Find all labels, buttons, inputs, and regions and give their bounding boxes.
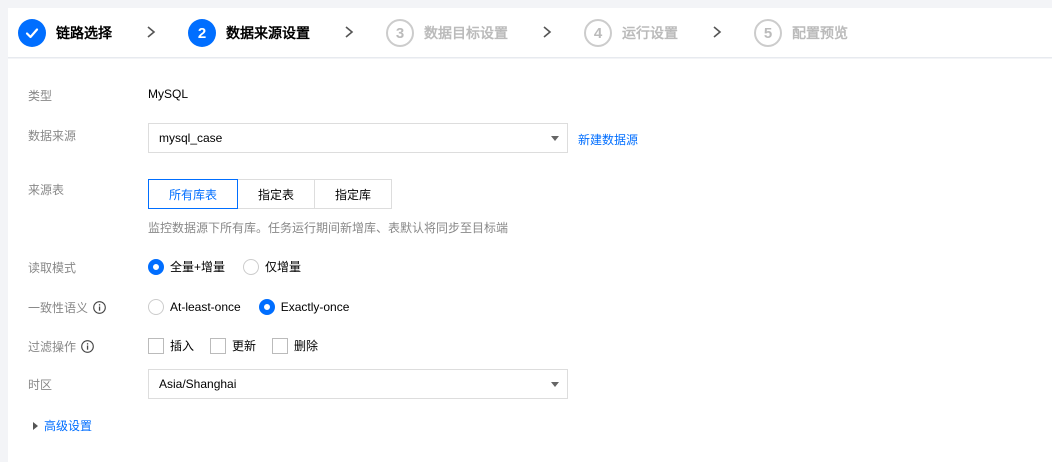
consistency-label-text: 一致性语义 (28, 301, 89, 315)
consistency-radios: At-least-once Exactly-once (148, 299, 367, 315)
step-2-label: 数据来源设置 (226, 25, 310, 41)
source-table-label: 来源表 (28, 183, 65, 197)
radio-incremental-only[interactable]: 仅增量 (243, 258, 301, 275)
radio-label: At-least-once (170, 300, 241, 314)
data-source-select[interactable]: mysql_case (148, 123, 568, 153)
step-1-label: 链路选择 (56, 25, 112, 41)
checkbox-delete[interactable]: 删除 (272, 337, 318, 354)
checkbox-insert[interactable]: 插入 (148, 337, 194, 354)
radio-label: 全量+增量 (170, 260, 226, 274)
source-table-hint: 监控数据源下所有库。任务运行期间新增库、表默认将同步至目标端 (148, 221, 509, 235)
seg-specific-dbs[interactable]: 指定库 (314, 179, 393, 209)
step-3[interactable]: 3 数据目标设置 (386, 8, 508, 58)
read-mode-radios: 全量+增量 仅增量 (148, 258, 319, 275)
checkbox-unchecked-icon (148, 337, 164, 354)
advanced-settings-toggle[interactable]: 高级设置 (33, 417, 92, 434)
advanced-settings-label: 高级设置 (44, 419, 93, 433)
step-3-label: 数据目标设置 (424, 25, 508, 41)
consistency-label: 一致性语义 (28, 299, 106, 316)
chevron-right-icon (543, 26, 552, 38)
filter-checkboxes: 插入 更新 删除 (148, 337, 334, 354)
source-settings-panel: 类型 MySQL 数据来源 mysql_case 新建数据源 来源表 所有库表 … (8, 59, 1052, 462)
seg-all-tables[interactable]: 所有库表 (148, 179, 239, 209)
radio-checked-icon (148, 258, 164, 275)
timezone-select[interactable]: Asia/Shanghai (148, 369, 568, 399)
filter-label-text: 过滤操作 (28, 340, 77, 354)
info-icon[interactable] (93, 301, 106, 314)
data-source-label: 数据来源 (28, 129, 77, 143)
step-4-number: 4 (584, 19, 612, 47)
radio-at-least-once[interactable]: At-least-once (148, 299, 241, 315)
radio-unchecked-icon (148, 299, 164, 315)
radio-full-incremental[interactable]: 全量+增量 (148, 258, 225, 275)
step-2[interactable]: 2 数据来源设置 (188, 8, 310, 58)
checkbox-unchecked-icon (210, 337, 227, 354)
source-table-segmented: 所有库表 指定表 指定库 (148, 179, 393, 209)
caret-down-icon (551, 382, 559, 387)
type-label: 类型 (28, 89, 53, 103)
info-icon[interactable] (81, 340, 94, 353)
chevron-right-icon (147, 26, 156, 38)
check-icon (18, 19, 46, 47)
chevron-right-icon (713, 26, 722, 38)
step-5[interactable]: 5 配置预览 (754, 8, 848, 58)
type-value: MySQL (148, 87, 189, 101)
timezone-label: 时区 (28, 378, 53, 392)
step-4[interactable]: 4 运行设置 (584, 8, 678, 58)
step-3-number: 3 (386, 19, 414, 47)
read-mode-label: 读取模式 (28, 261, 77, 275)
step-5-label: 配置预览 (792, 25, 848, 41)
new-data-source-link[interactable]: 新建数据源 (578, 131, 638, 148)
checkbox-label: 插入 (170, 339, 195, 353)
step-5-number: 5 (754, 19, 782, 47)
radio-label: 仅增量 (265, 260, 302, 274)
data-source-value: mysql_case (159, 131, 223, 145)
radio-label: Exactly-once (280, 300, 350, 314)
checkbox-update[interactable]: 更新 (210, 337, 256, 354)
checkbox-unchecked-icon (272, 337, 289, 354)
radio-checked-icon (258, 299, 275, 315)
filter-label: 过滤操作 (28, 338, 94, 355)
timezone-value: Asia/Shanghai (159, 377, 237, 391)
checkbox-label: 更新 (232, 339, 257, 353)
seg-specific-tables[interactable]: 指定表 (237, 179, 316, 209)
radio-exactly-once[interactable]: Exactly-once (258, 299, 350, 315)
step-4-label: 运行设置 (622, 25, 678, 41)
steps-bar: 链路选择 2 数据来源设置 3 数据目标设置 4 运行设置 5 配置预览 (8, 8, 1052, 58)
caret-right-icon (33, 421, 38, 430)
step-1[interactable]: 链路选择 (18, 8, 112, 58)
chevron-right-icon (345, 26, 354, 38)
radio-unchecked-icon (243, 258, 260, 275)
checkbox-label: 删除 (294, 339, 319, 353)
caret-down-icon (551, 136, 559, 141)
step-2-number: 2 (188, 19, 216, 47)
